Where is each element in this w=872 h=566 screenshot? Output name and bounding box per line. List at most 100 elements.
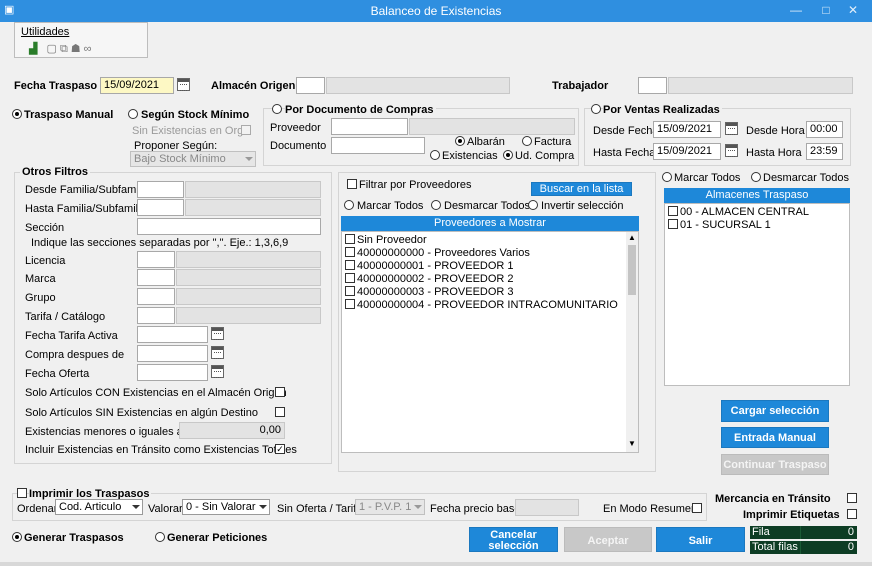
generar-peticiones-radio[interactable]	[155, 532, 165, 542]
factura-radio[interactable]	[522, 136, 532, 146]
binoculars-icon[interactable]: ∞	[84, 43, 95, 55]
list-item[interactable]: 40000000004 - PROVEEDOR INTRACOMUNITARIO	[345, 299, 618, 312]
filtrar-proveedores-checkbox[interactable]	[347, 179, 357, 189]
calendar-icon[interactable]	[177, 78, 190, 91]
licencia-field[interactable]	[137, 251, 175, 268]
almacen-origen-code[interactable]	[296, 77, 325, 94]
list-item-checkbox[interactable]	[668, 206, 678, 216]
list-item-checkbox[interactable]	[345, 260, 355, 270]
scroll-down-icon[interactable]: ▼	[628, 439, 636, 448]
cargar-seleccion-button[interactable]: Cargar selección	[721, 400, 829, 422]
list-item[interactable]: 40000000000 - Proveedores Varios	[345, 247, 530, 260]
solo-con-existencias-checkbox[interactable]	[275, 387, 285, 397]
prov-desmarcar-todos-radio[interactable]	[431, 200, 441, 210]
ud-compra-radio[interactable]	[503, 150, 513, 160]
imprimir-etiquetas-checkbox[interactable]	[847, 509, 857, 519]
list-item[interactable]: 01 - SUCURSAL 1	[668, 219, 771, 232]
mercancia-transito-checkbox[interactable]	[847, 493, 857, 503]
list-item[interactable]: 40000000001 - PROVEEDOR 1	[345, 260, 514, 273]
fecha-traspaso-field[interactable]: 15/09/2021	[100, 77, 174, 94]
hasta-familia-field[interactable]	[137, 199, 184, 216]
fecha-precio-base-checkbox[interactable]	[582, 501, 592, 511]
ordenar-select[interactable]: Cod. Articulo	[55, 499, 143, 515]
cancelar-seleccion-button[interactable]: Cancelar selección	[469, 527, 558, 552]
valorar-select[interactable]: 0 - Sin Valorar	[182, 499, 270, 515]
generar-peticiones-label: Generar Peticiones	[167, 532, 268, 544]
solo-sin-existencias-checkbox[interactable]	[275, 407, 285, 417]
close-icon[interactable]: ✕	[843, 3, 863, 17]
calendar-icon[interactable]	[211, 365, 224, 378]
incluir-transito-checkbox[interactable]: ✓	[275, 444, 285, 454]
list-item-checkbox[interactable]	[345, 299, 355, 309]
page-icon[interactable]: ▢	[47, 43, 60, 55]
people-icon[interactable]: ☗	[71, 43, 84, 55]
scrollbar-thumb[interactable]	[628, 245, 636, 295]
alm-desmarcar-todos-radio[interactable]	[751, 172, 761, 182]
list-item[interactable]: 40000000003 - PROVEEDOR 3	[345, 286, 514, 299]
calendar-icon[interactable]	[211, 327, 224, 340]
existencias-radio[interactable]	[430, 150, 440, 160]
solo-con-existencias-label: Solo Artículos CON Existencias en el Alm…	[25, 387, 287, 399]
documento-field[interactable]	[331, 137, 425, 154]
scrollbar[interactable]: ▲ ▼	[626, 232, 638, 452]
generar-traspasos-radio[interactable]	[12, 532, 22, 542]
albaran-radio[interactable]	[455, 136, 465, 146]
tarifa-field[interactable]	[137, 307, 175, 324]
copy-icon[interactable]: ⧉	[60, 43, 71, 55]
continuar-traspaso-button[interactable]: Continuar Traspaso	[721, 454, 829, 475]
otros-filtros-title: Otros Filtros	[20, 166, 91, 178]
list-item-checkbox[interactable]	[345, 286, 355, 296]
fecha-precio-base-field[interactable]	[515, 499, 579, 516]
segun-stock-radio[interactable]	[128, 109, 138, 119]
alm-marcar-todos-radio[interactable]	[662, 172, 672, 182]
proveedor-code[interactable]	[331, 118, 408, 135]
list-item-checkbox[interactable]	[345, 247, 355, 257]
albaran-label: Albarán	[467, 136, 505, 148]
sin-existencias-org-checkbox[interactable]	[241, 125, 251, 135]
seccion-field[interactable]	[137, 218, 321, 235]
calendar-icon[interactable]	[211, 346, 224, 359]
imprimir-traspasos-checkbox[interactable]	[17, 488, 27, 498]
minimize-icon[interactable]: —	[786, 3, 806, 17]
hasta-hora-field[interactable]: 23:59	[806, 143, 843, 160]
en-modo-resumen-checkbox[interactable]	[692, 503, 702, 513]
prov-marcar-todos-radio[interactable]	[344, 200, 354, 210]
grupo-field[interactable]	[137, 288, 175, 305]
list-item[interactable]: 40000000002 - PROVEEDOR 2	[345, 273, 514, 286]
scroll-up-icon[interactable]: ▲	[628, 233, 636, 242]
menu-utilidades[interactable]: Utilidades	[21, 26, 69, 38]
almacenes-list[interactable]: 00 - ALMACEN CENTRAL 01 - SUCURSAL 1	[664, 203, 850, 386]
aceptar-button[interactable]: Aceptar	[564, 527, 652, 552]
list-item-checkbox[interactable]	[345, 273, 355, 283]
desde-hora-field[interactable]: 00:00	[806, 121, 843, 138]
maximize-icon[interactable]: □	[816, 3, 836, 17]
fecha-tarifa-activa-field[interactable]	[137, 326, 208, 343]
list-item-checkbox[interactable]	[345, 234, 355, 244]
desde-fecha-field[interactable]: 15/09/2021	[653, 121, 721, 138]
traspaso-manual-radio[interactable]	[12, 109, 22, 119]
list-item[interactable]: Sin Proveedor	[345, 234, 427, 247]
sin-oferta-label: Sin Oferta / Tarifa	[277, 503, 363, 515]
sin-oferta-select[interactable]: 1 - P.V.P. 1	[355, 499, 425, 515]
proveedores-list[interactable]: Sin Proveedor 40000000000 - Proveedores …	[341, 231, 639, 453]
buscar-en-lista-button[interactable]: Buscar en la lista	[531, 182, 632, 196]
list-item[interactable]: 00 - ALMACEN CENTRAL	[668, 206, 809, 219]
calendar-icon[interactable]	[725, 144, 738, 157]
calendar-icon[interactable]	[725, 122, 738, 135]
desde-familia-field[interactable]	[137, 181, 184, 198]
trabajador-code[interactable]	[638, 77, 667, 94]
list-item-checkbox[interactable]	[668, 219, 678, 229]
compra-despues-field[interactable]	[137, 345, 208, 362]
por-ventas-radio[interactable]	[591, 104, 601, 114]
hasta-fecha-field[interactable]: 15/09/2021	[653, 143, 721, 160]
salir-button[interactable]: Salir	[656, 527, 745, 552]
fecha-oferta-field[interactable]	[137, 364, 208, 381]
marca-field[interactable]	[137, 269, 175, 286]
total-filas-value: 0	[800, 541, 857, 554]
por-documento-radio[interactable]	[272, 104, 282, 114]
existencias-menores-field[interactable]: 0,00	[179, 422, 285, 439]
entrada-manual-button[interactable]: Entrada Manual	[721, 427, 829, 448]
export-icon[interactable]: ▟	[29, 43, 40, 55]
prov-invertir-radio[interactable]	[528, 200, 538, 210]
proponer-segun-select[interactable]: Bajo Stock Mínimo	[130, 151, 256, 167]
